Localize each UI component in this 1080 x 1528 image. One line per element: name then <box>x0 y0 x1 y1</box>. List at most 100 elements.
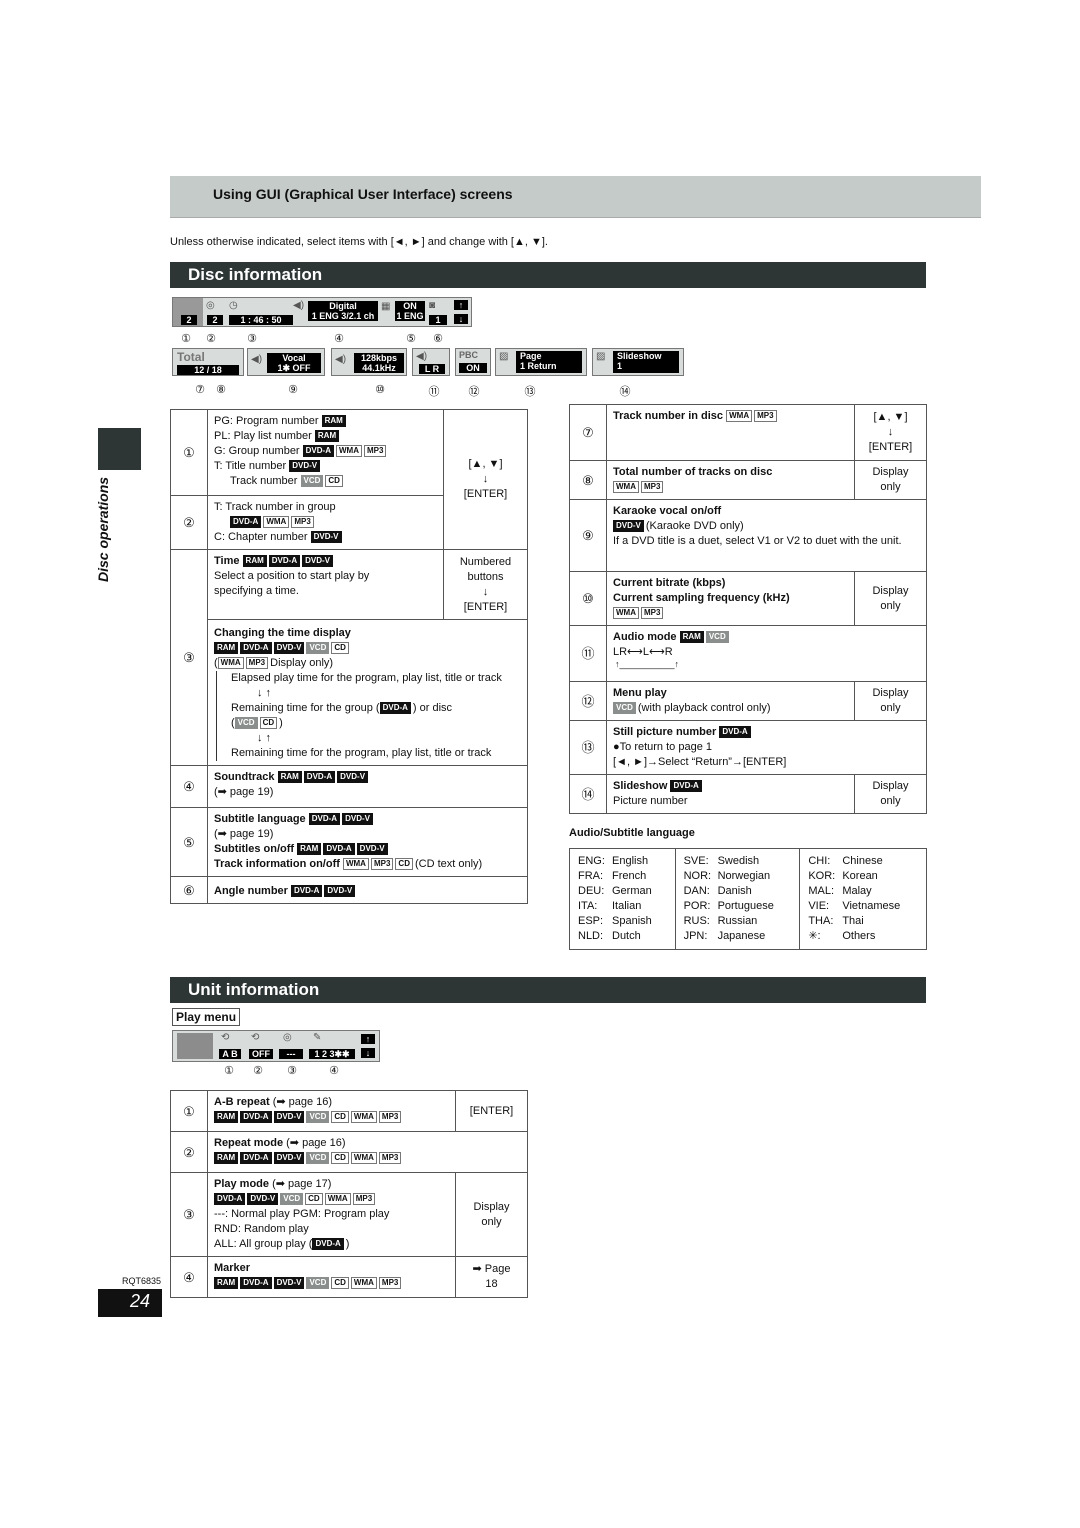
vocal-line2[interactable]: 1✱ OFF <box>267 363 321 373</box>
page-reference[interactable]: (➡ page 17) <box>272 1178 331 1190</box>
play-mode-value[interactable]: --- <box>279 1049 303 1059</box>
subtitle-line2[interactable]: 1 ENG <box>395 311 425 321</box>
audio-mode-value[interactable]: L R <box>419 364 445 374</box>
language-name: Swedish <box>717 855 760 867</box>
ab-repeat-value[interactable]: A B <box>219 1049 241 1059</box>
program-number[interactable]: 2 <box>181 315 197 325</box>
table-row: ② Repeat mode (➡ page 16) RAM DVD-A DVD-V VC… <box>170 1131 528 1173</box>
table-row: ③ Play mode (➡ page 17) DVD-A DVD-V VCD CD W… <box>170 1172 528 1257</box>
row-number: ⑦ <box>569 404 607 461</box>
action-only: only <box>880 795 901 807</box>
tag-wma: WMA <box>613 481 639 493</box>
scroll-down-icon[interactable]: ↓ <box>361 1048 375 1058</box>
group-number[interactable]: 2 <box>207 315 223 325</box>
side-tab-marker <box>98 428 141 470</box>
row-number: ③ <box>170 1172 208 1257</box>
tag-dvda: DVD-A <box>240 1152 272 1164</box>
slideshow-title: Slideshow <box>613 780 668 792</box>
callout-2: ② <box>253 1065 263 1077</box>
tag-ram: RAM <box>242 555 267 567</box>
language-code: NLD: <box>578 930 604 942</box>
callout-3: ③ <box>287 1065 297 1077</box>
language-code: ✳: <box>808 930 821 942</box>
changing-time-title: Changing the time display <box>214 627 351 639</box>
language-entry: JPN: Japanese <box>684 929 792 944</box>
marker-value[interactable]: 1 2 3✱✱ <box>309 1049 355 1059</box>
ab-repeat-title: A-B repeat <box>214 1096 270 1108</box>
language-code: DEU: <box>578 885 605 897</box>
page-reference[interactable]: (➡ page 19) <box>214 785 521 800</box>
time-display[interactable]: 1 : 46 : 50 <box>229 315 293 325</box>
row-number: ③ <box>170 549 208 766</box>
total-panel: Total 12 / 18 <box>172 348 244 376</box>
page-link-number: 18 <box>485 1278 498 1290</box>
language-column: SVE: Swedish NOR: Norwegian DAN: Danish POR: Po… <box>674 848 801 950</box>
scroll-down-icon[interactable]: ↓ <box>454 314 468 324</box>
tag-ram: RAM <box>679 631 704 643</box>
play-mode-title: Play mode <box>214 1178 270 1190</box>
action-display: Display <box>872 780 909 792</box>
tag-mp3: MP3 <box>378 1277 402 1289</box>
table-row: ③ Time RAM DVD-A DVD-V Select a position t… <box>170 549 528 766</box>
row-number: ④ <box>170 765 208 808</box>
page-line2: 1 Return <box>520 361 557 371</box>
audio-mode-title: Audio mode <box>613 631 677 643</box>
tag-dvda: DVD-A <box>379 702 411 714</box>
tag-vcd: VCD <box>280 1193 304 1205</box>
karaoke-note: (Karaoke DVD only) <box>645 520 744 532</box>
tag-cd: CD <box>331 1111 349 1123</box>
language-entry: DAN: Danish <box>684 884 792 899</box>
repeat-value[interactable]: OFF <box>249 1049 273 1059</box>
tag-dvda: DVD-A <box>308 813 341 825</box>
tag-dvda: DVD-A <box>240 642 272 654</box>
callout-7: ⑦ <box>195 384 205 396</box>
language-title: Audio/Subtitle language <box>569 827 695 839</box>
scroll-up-icon[interactable]: ↑ <box>454 300 468 310</box>
marker-title: Marker <box>214 1262 251 1274</box>
time-title: Time <box>214 555 240 567</box>
row-number: ⑥ <box>170 876 208 904</box>
tag-row: RAM DVD-A DVD-V VCD CD WMA MP3 <box>214 1151 521 1166</box>
tag-dvda: DVD-A <box>240 1111 272 1123</box>
table-row: ⑤ Subtitle language DVD-A DVD-V (➡ page 1… <box>170 807 528 877</box>
subtitle-line1[interactable]: ON <box>395 301 425 311</box>
language-entry: RUS: Russian <box>684 914 792 929</box>
language-entry: NLD: Dutch <box>578 929 667 944</box>
language-entry: CHI: Chinese <box>808 854 918 869</box>
total-label: Total <box>177 350 205 364</box>
page-reference[interactable]: (➡ page 16) <box>286 1137 345 1149</box>
scroll-up-icon[interactable]: ↑ <box>361 1034 375 1044</box>
language-name: Vietnamese <box>842 900 901 912</box>
tag-wma: WMA <box>350 1111 377 1123</box>
page-reference[interactable]: (➡ page 16) <box>273 1096 332 1108</box>
language-entry: ITA: Italian <box>578 899 667 914</box>
language-name: English <box>612 855 649 867</box>
page-reference[interactable]: (➡ page 19) <box>214 827 521 842</box>
tag-ram: RAM <box>214 1277 239 1289</box>
angle-number[interactable]: 1 <box>429 315 447 325</box>
tag-dvda: DVD-A <box>268 555 301 567</box>
total-value[interactable]: 12 / 18 <box>177 365 239 375</box>
language-entry: KOR: Korean <box>808 869 918 884</box>
soundtrack-line1[interactable]: Digital <box>308 301 378 311</box>
callout-10: ⑩ <box>375 384 385 396</box>
action-arrow: ↓ <box>887 426 894 438</box>
page-link[interactable]: ➡ Page <box>462 1262 521 1277</box>
language-name: Spanish <box>612 915 652 927</box>
soundtrack-line2[interactable]: 1 ENG 3/2.1 ch <box>308 311 378 321</box>
tag-dvda: DVD-A <box>240 1277 272 1289</box>
tag-dvdv: DVD-V <box>324 885 356 897</box>
tag-dvdv: DVD-V <box>613 520 644 532</box>
track-text: Track number <box>230 475 298 487</box>
page-box[interactable]: Page 1 Return <box>516 351 582 373</box>
repeat-mode-title: Repeat mode <box>214 1137 284 1149</box>
tag-dvdv: DVD-V <box>273 1277 305 1289</box>
tag-cd: CD <box>325 475 343 487</box>
vocal-line1[interactable]: Vocal <box>267 353 321 363</box>
audio-mode-flow: LR⟷L⟷R <box>613 646 673 658</box>
table-row: ④ Soundtrack RAM DVD-A DVD-V (➡ page 19) <box>170 765 528 808</box>
tag-dvdv: DVD-V <box>273 642 305 654</box>
row-number: ⑫ <box>569 681 607 721</box>
karaoke-title: Karaoke vocal on/off <box>613 505 722 517</box>
row-number: ⑤ <box>170 807 208 877</box>
